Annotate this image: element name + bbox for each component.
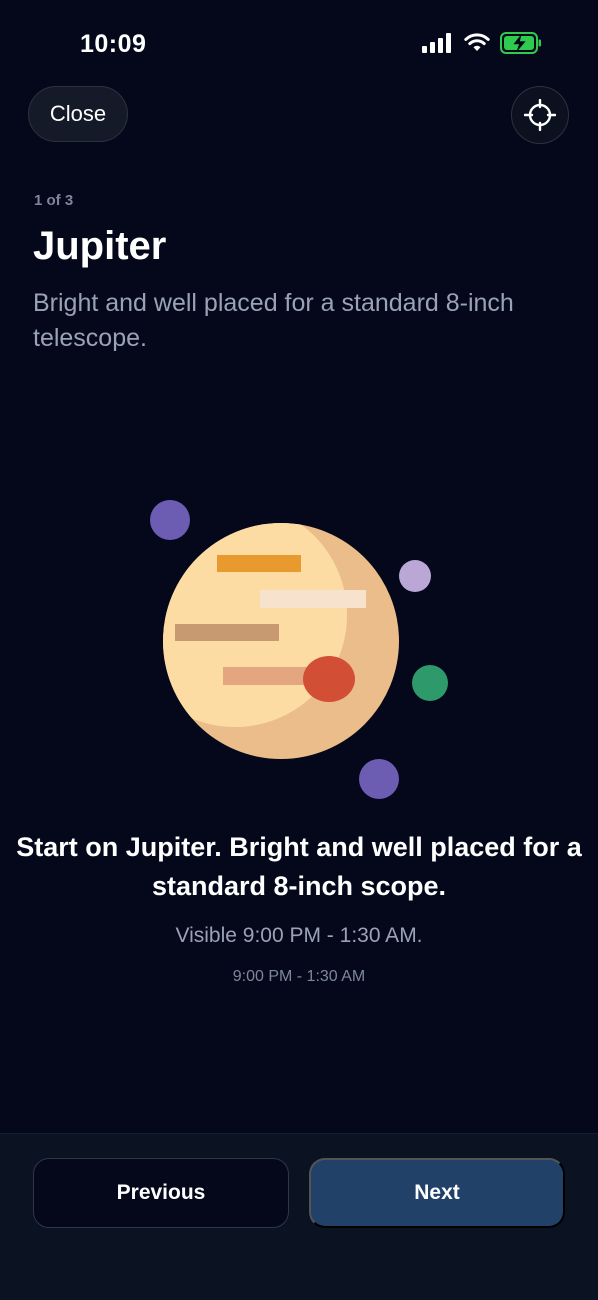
planet-band-peach <box>223 667 315 685</box>
crosshair-icon <box>524 99 556 131</box>
moon-top-left <box>150 500 190 540</box>
previous-button[interactable]: Previous <box>33 1158 289 1228</box>
wifi-icon <box>464 33 490 51</box>
step-counter: 1 of 3 <box>34 192 74 209</box>
page-subtitle: Bright and well placed for a standard 8-… <box>33 289 514 352</box>
visibility-time-range: 9:00 PM - 1:30 AM <box>232 968 366 985</box>
visibility-text: Visible 9:00 PM - 1:30 AM. <box>175 924 423 947</box>
moon-green <box>412 665 448 701</box>
planet-band-cream <box>260 590 366 608</box>
target-headline: Start on Jupiter. Bright and well placed… <box>16 832 582 901</box>
battery-charging-icon <box>500 32 541 54</box>
moon-bottom <box>359 759 399 799</box>
great-red-spot <box>303 656 355 702</box>
jupiter-illustration <box>150 500 448 799</box>
next-button[interactable]: Next <box>309 1158 565 1228</box>
planet-band-tan <box>175 624 279 641</box>
locate-button[interactable] <box>511 86 569 144</box>
moon-lilac <box>399 560 431 592</box>
bottom-navigation-bar: Previous Next <box>0 1133 598 1300</box>
close-button[interactable]: Close <box>28 86 128 142</box>
page-title: Jupiter <box>33 224 167 268</box>
status-bar: 10:09 <box>0 0 598 88</box>
status-icons <box>422 32 542 54</box>
status-time: 10:09 <box>80 30 147 58</box>
planet-band-orange <box>217 555 301 572</box>
cellular-signal-icon <box>422 33 451 53</box>
